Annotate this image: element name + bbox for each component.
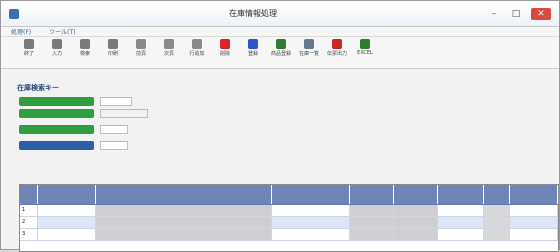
tool-input[interactable]: 入力 bbox=[47, 39, 67, 57]
form-row-2 bbox=[19, 109, 148, 118]
tool-prev[interactable]: 前頁 bbox=[131, 39, 151, 57]
tool-product-register[interactable]: 商品登録 bbox=[271, 39, 291, 57]
field-label-2 bbox=[19, 109, 94, 118]
field-1[interactable] bbox=[100, 97, 132, 106]
col-header-check bbox=[438, 185, 484, 204]
col-header-action bbox=[484, 185, 510, 204]
print-icon bbox=[108, 39, 118, 49]
tool-excel[interactable]: EXCEL bbox=[355, 39, 375, 56]
col-header-spec bbox=[272, 185, 350, 204]
row-action-button[interactable] bbox=[484, 217, 510, 228]
tool-exit[interactable]: 終了 bbox=[19, 39, 39, 57]
app-icon bbox=[9, 8, 19, 19]
col-header-code bbox=[38, 185, 96, 204]
form-row-3 bbox=[19, 125, 134, 134]
col-header-qty bbox=[350, 185, 394, 204]
tool-print[interactable]: 印刷 bbox=[103, 39, 123, 57]
row-action-button[interactable] bbox=[484, 229, 510, 240]
table-row[interactable]: 3 bbox=[20, 229, 558, 241]
data-grid: 1 2 3 bbox=[19, 184, 559, 252]
tool-register[interactable]: 登録 bbox=[243, 39, 263, 57]
tool-slip-output[interactable]: 伝票出力 bbox=[327, 39, 347, 57]
row-action-button[interactable] bbox=[484, 205, 510, 216]
field-label-4 bbox=[19, 141, 94, 150]
tool-next[interactable]: 次頁 bbox=[159, 39, 179, 57]
register-icon bbox=[248, 39, 258, 49]
tool-stock-list[interactable]: 在庫一覧 bbox=[299, 39, 319, 57]
tool-search[interactable]: 検索 bbox=[75, 39, 95, 57]
col-header-price bbox=[394, 185, 438, 204]
window-title: 在庫情報処理 bbox=[229, 9, 277, 18]
product-register-icon bbox=[276, 39, 286, 49]
prev-icon bbox=[136, 39, 146, 49]
menu-item-process[interactable]: 処理(F) bbox=[11, 27, 31, 36]
col-header-total bbox=[510, 185, 558, 204]
field-label-3 bbox=[19, 125, 94, 134]
tool-add-row[interactable]: 行追加 bbox=[187, 39, 207, 57]
field-label-1 bbox=[19, 97, 94, 106]
section-title: 在庫検索キー bbox=[17, 84, 59, 92]
excel-icon bbox=[360, 39, 370, 49]
form-row-4 bbox=[19, 141, 134, 150]
menu-bar: 処理(F) ツール(T) bbox=[1, 27, 559, 37]
toolbar: 終了 入力 検索 印刷 前頁 次頁 行追加 削除 登録 商品登録 在庫一覧 伝票… bbox=[1, 37, 559, 69]
close-button[interactable]: ✕ bbox=[531, 7, 551, 20]
stock-list-icon bbox=[304, 39, 314, 49]
title-bar: 在庫情報処理 – □ ✕ bbox=[1, 1, 559, 27]
grid-header bbox=[20, 185, 558, 205]
exit-icon bbox=[24, 39, 34, 49]
menu-item-tools[interactable]: ツール(T) bbox=[49, 27, 75, 36]
field-3[interactable] bbox=[100, 125, 128, 134]
table-row[interactable]: 1 bbox=[20, 205, 558, 217]
tool-delete[interactable]: 削除 bbox=[215, 39, 235, 57]
slip-output-icon bbox=[332, 39, 342, 49]
maximize-button[interactable]: □ bbox=[509, 8, 523, 20]
field-2[interactable] bbox=[100, 109, 148, 118]
delete-icon bbox=[220, 39, 230, 49]
add-row-icon bbox=[192, 39, 202, 49]
app-window: 在庫情報処理 – □ ✕ 処理(F) ツール(T) 終了 入力 検索 印刷 前頁… bbox=[0, 0, 560, 252]
minimize-button[interactable]: – bbox=[487, 8, 501, 20]
form-row-1 bbox=[19, 97, 132, 106]
input-icon bbox=[52, 39, 62, 49]
next-icon bbox=[164, 39, 174, 49]
col-header-no bbox=[20, 185, 38, 204]
field-4[interactable] bbox=[100, 141, 128, 150]
table-row[interactable]: 2 bbox=[20, 217, 558, 229]
search-icon bbox=[80, 39, 90, 49]
col-header-name bbox=[96, 185, 272, 204]
